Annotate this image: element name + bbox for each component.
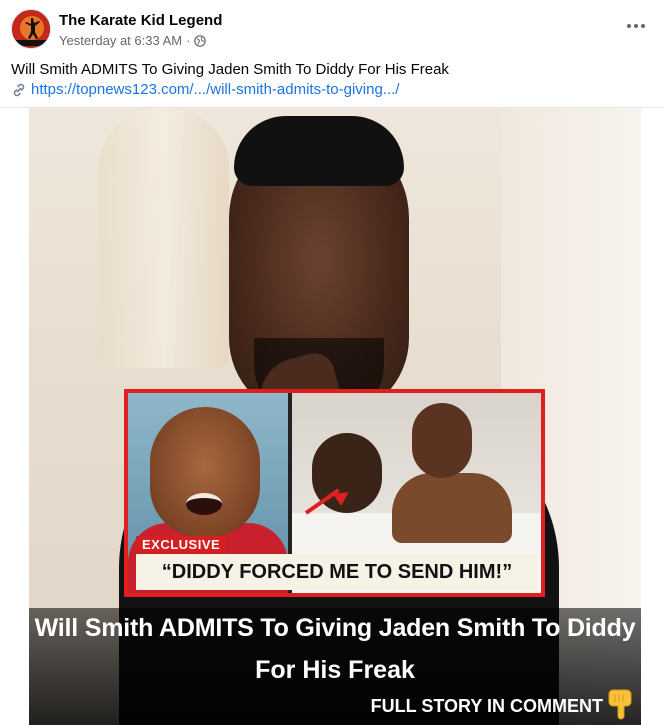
post-timestamp[interactable]: Yesterday at 6:33 AM <box>59 33 182 48</box>
karate-silhouette-icon <box>12 10 50 48</box>
image-headline: Will Smith ADMITS To Giving Jaden Smith … <box>29 608 641 725</box>
speaker-mouth <box>186 493 222 515</box>
person-head-right <box>412 403 472 478</box>
page-avatar[interactable] <box>11 9 51 49</box>
full-story-cta: FULL STORY IN COMMENT <box>370 696 603 716</box>
man-hair <box>234 116 404 186</box>
link-icon <box>13 83 25 97</box>
meta-separator: · <box>186 33 191 48</box>
speaker-face <box>150 407 260 537</box>
page-name[interactable]: The Karate Kid Legend <box>59 12 222 29</box>
globe-icon[interactable] <box>194 34 207 47</box>
headline-line-2: For His Freak <box>255 656 415 684</box>
post-link[interactable]: https://topnews123.com/.../will-smith-ad… <box>11 80 399 100</box>
post-text: Will Smith ADMITS To Giving Jaden Smith … <box>11 61 449 78</box>
more-options-icon <box>627 24 631 28</box>
post-header: The Karate Kid Legend Yesterday at 6:33 … <box>0 0 663 58</box>
quote-banner: “DIDDY FORCED ME TO SEND HIM!” <box>136 554 538 590</box>
background-statue <box>99 108 229 368</box>
inset-thumbnail: EXCLUSIVE “DIDDY FORCED ME TO SEND HIM!” <box>124 389 545 597</box>
person-body <box>392 473 512 543</box>
post-link-url[interactable]: https://topnews123.com/.../will-smith-ad… <box>31 80 399 100</box>
more-options-button[interactable] <box>621 14 651 38</box>
headline-line-1: Will Smith ADMITS To Giving Jaden Smith … <box>34 614 636 642</box>
post-image[interactable]: EXCLUSIVE “DIDDY FORCED ME TO SEND HIM!”… <box>29 108 641 725</box>
post-meta: Yesterday at 6:33 AM · <box>59 33 207 48</box>
exclusive-label: EXCLUSIVE <box>136 536 227 553</box>
pointing-down-hand-icon <box>608 689 632 720</box>
